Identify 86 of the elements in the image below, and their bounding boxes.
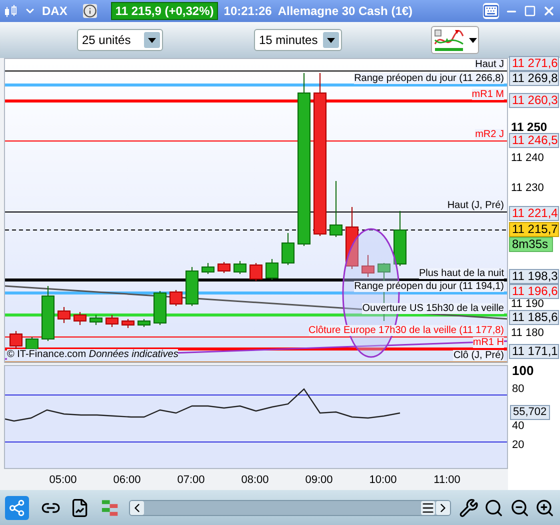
candle: [74, 312, 86, 326]
candle: [90, 314, 102, 326]
scroll-left-icon[interactable]: [130, 500, 144, 514]
maximize-icon[interactable]: [524, 5, 536, 17]
time-label: 05:00: [48, 473, 78, 488]
bar-grid-icon[interactable]: [100, 498, 120, 518]
keyboard-icon[interactable]: [483, 3, 499, 19]
zoom-out-icon[interactable]: [510, 498, 530, 518]
indicators-button[interactable]: [431, 26, 479, 54]
share-icon[interactable]: [5, 496, 29, 520]
price-tick: 11 230: [511, 182, 544, 194]
time-label: 07:00: [176, 473, 206, 488]
level-label: Range préopen du jour (11 194,1): [354, 281, 504, 292]
time-label: 10:00: [368, 473, 398, 488]
level-label: mR2 J: [475, 129, 504, 140]
countdown-tag: 8m35s: [509, 237, 553, 252]
level-label: mR1 H: [472, 337, 504, 348]
candle: [122, 318, 134, 328]
indicator-chart-icon: [433, 28, 465, 52]
level-label: Clô (J, Pré): [453, 350, 504, 361]
candle: [106, 314, 118, 328]
candlestick-icon[interactable]: [4, 4, 18, 18]
candle: [330, 180, 342, 238]
scroll-right-icon[interactable]: [436, 500, 450, 514]
candle: [250, 262, 262, 282]
time-label: 09:00: [304, 473, 334, 488]
units-dropdown[interactable]: 25 unités: [77, 29, 163, 51]
level-label: Range préopen du jour (11 266,8): [354, 73, 504, 84]
scroll-thumb-icon[interactable]: [420, 500, 435, 514]
candle: [170, 290, 182, 306]
candle: [394, 210, 406, 266]
info-icon[interactable]: [83, 4, 98, 18]
price-tag: 11 196,6: [509, 284, 559, 299]
price-tick: 11 240: [511, 152, 544, 164]
window-title: Allemagne 30 Cash (1€): [278, 3, 413, 20]
time-label: 06:00: [112, 473, 142, 488]
price-tag: 11 271,6: [509, 56, 559, 71]
price-tag: 11 198,3: [509, 269, 559, 284]
time-label: 11:00: [432, 473, 462, 488]
indicator-tick: 40: [512, 420, 524, 432]
indicator-value-tag: 55,702: [510, 405, 550, 420]
price-tick: 11 180: [511, 327, 544, 339]
scrollbar[interactable]: [129, 500, 451, 516]
price-tag: 11 171,1: [509, 344, 559, 359]
price-tick: 11 250: [511, 121, 548, 133]
candle: [282, 232, 294, 266]
candle: [234, 260, 246, 274]
price-tag: 11 221,4: [509, 206, 559, 221]
wrench-icon[interactable]: [458, 498, 478, 518]
level-label: Haut J: [475, 59, 504, 70]
level-label: Haut (J, Pré): [447, 200, 504, 211]
indicator-tick: 80: [512, 383, 524, 395]
candle: [186, 266, 198, 306]
price-badge: 11 215,9 (+0,32%): [111, 2, 218, 20]
level-label: mR1 M: [472, 89, 504, 100]
candle: [218, 262, 230, 274]
price-tag: 11 246,5: [509, 133, 559, 148]
clock-time: 10:21:26: [224, 3, 272, 20]
candle: [42, 286, 54, 342]
level-label: Clôture Europe 17h30 de la veille (11 177,8): [308, 325, 504, 336]
price-tag: 11 260,3: [509, 93, 559, 108]
copyright-note: © IT-Finance.com Données indicatives: [7, 349, 178, 360]
chart-file-icon[interactable]: [70, 498, 90, 518]
zoom-in-icon[interactable]: [535, 498, 556, 518]
caret-icon: [469, 38, 477, 42]
price-tick: 11 190: [511, 298, 544, 310]
indicator-tick: 20: [512, 439, 524, 451]
price-tag: 11 215,7: [509, 222, 559, 237]
level-label: Ouverture US 15h30 de la veille: [362, 303, 504, 314]
candle: [138, 318, 150, 328]
indicator-tick: 100: [512, 365, 534, 377]
zoom-fit-icon[interactable]: [484, 498, 504, 518]
candle: [154, 290, 166, 326]
period-dropdown[interactable]: 15 minutes: [254, 29, 342, 51]
candle: [346, 206, 358, 270]
time-label: 08:00: [240, 473, 270, 488]
candle: [26, 336, 38, 352]
candle: [362, 254, 374, 278]
candle: [58, 306, 70, 324]
candle: [266, 258, 278, 280]
candle: [10, 330, 22, 350]
close-icon[interactable]: [542, 4, 556, 18]
price-tag: 11 185,6: [509, 310, 559, 325]
level-label: Plus haut de la nuit: [418, 268, 504, 279]
candle: [202, 262, 214, 274]
price-tag: 11 269,8: [509, 71, 559, 86]
